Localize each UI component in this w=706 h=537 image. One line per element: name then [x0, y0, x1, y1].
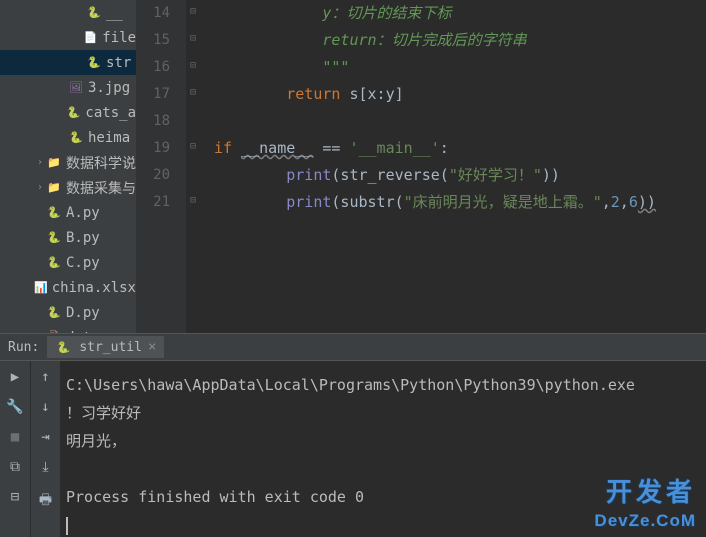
file-icon: 🐍: [86, 55, 102, 71]
line-number: 18: [136, 108, 170, 135]
line-number-gutter: 1415161718192021▶: [136, 0, 186, 333]
tree-label: C.py: [66, 255, 100, 271]
print-icon[interactable]: 🖶: [39, 489, 52, 513]
tree-item[interactable]: 🐍B.py: [0, 225, 136, 250]
tree-item[interactable]: 🗎data.csv: [0, 325, 136, 333]
wrench-icon[interactable]: 🔧: [6, 399, 23, 415]
down-arrow-icon[interactable]: ↓: [41, 399, 49, 415]
soft-wrap-icon[interactable]: ⇥: [41, 429, 49, 445]
tree-label: file: [102, 30, 136, 46]
project-tree[interactable]: 🐍__📄file🐍str🖼3.jpg🐍cats_a🐍heima›📁数据科学说›📁…: [0, 0, 136, 333]
run-tab-label: str_util: [79, 340, 142, 355]
fold-mark[interactable]: ⊟: [190, 195, 200, 205]
line-number: 20: [136, 162, 170, 189]
tree-item[interactable]: 🐍heima: [0, 125, 136, 150]
line-number: 19: [136, 135, 170, 162]
editor-split: 🐍__📄file🐍str🖼3.jpg🐍cats_a🐍heima›📁数据科学说›📁…: [0, 0, 706, 333]
run-tab[interactable]: 🐍 str_util ×: [47, 336, 164, 360]
line-number: 14: [136, 0, 170, 27]
tree-label: heima: [88, 130, 130, 146]
tree-item[interactable]: 📄file: [0, 25, 136, 50]
tree-label: 数据科学说: [66, 153, 136, 173]
tree-label: 数据采集与: [66, 178, 136, 198]
line-number: 21: [136, 189, 170, 216]
tree-item[interactable]: 🐍__: [0, 0, 136, 25]
console-line: ！习学好好: [66, 404, 141, 422]
line-number: 16: [136, 54, 170, 81]
tree-item[interactable]: ›📁数据科学说: [0, 150, 136, 175]
tree-item[interactable]: 🖼3.jpg: [0, 75, 136, 100]
file-icon: 📁: [46, 180, 62, 196]
line-number: 17: [136, 81, 170, 108]
run-panel-body: ▶ 🔧 ■ ⧉ ⊟ ↑ ↓ ⇥ ⤓ 🖶 C:\Users\hawa\AppDat…: [0, 361, 706, 537]
run-toolbar-nav: ↑ ↓ ⇥ ⤓ 🖶: [30, 361, 60, 537]
tree-item[interactable]: 🐍cats_a: [0, 100, 136, 125]
line-number: 15: [136, 27, 170, 54]
file-icon: 📄: [83, 30, 98, 46]
tree-item[interactable]: 📊china.xlsx: [0, 275, 136, 300]
tree-label: str: [106, 55, 131, 71]
file-icon: 🐍: [46, 305, 62, 321]
fold-mark[interactable]: ⊟: [190, 6, 200, 16]
up-arrow-icon[interactable]: ↑: [41, 369, 49, 385]
console-line: Process finished with exit code 0: [66, 488, 364, 506]
scroll-end-icon[interactable]: ⤓: [42, 459, 48, 475]
file-icon: 🐍: [86, 5, 102, 21]
stop-icon[interactable]: ■: [11, 429, 19, 445]
tree-item[interactable]: 🐍C.py: [0, 250, 136, 275]
tree-label: D.py: [66, 305, 100, 321]
python-icon: 🐍: [55, 339, 71, 355]
run-toolbar-left: ▶ 🔧 ■ ⧉ ⊟: [0, 361, 30, 537]
file-icon: 🐍: [46, 255, 62, 271]
code-line: y：切片的结束下标: [214, 4, 451, 22]
tree-label: A.py: [66, 205, 100, 221]
tree-item[interactable]: 🐍str: [0, 50, 136, 75]
tree-item[interactable]: ›📁数据采集与: [0, 175, 136, 200]
fold-mark[interactable]: ⊟: [190, 87, 200, 97]
fold-mark[interactable]: ⊟: [190, 141, 200, 151]
file-icon: 🐍: [66, 105, 81, 121]
chevron-right-icon[interactable]: ›: [34, 182, 46, 193]
console-output[interactable]: C:\Users\hawa\AppData\Local\Programs\Pyt…: [60, 361, 706, 537]
file-icon: 📁: [46, 155, 62, 171]
close-icon[interactable]: ×: [148, 339, 156, 355]
file-icon: 🖼: [68, 80, 84, 96]
run-title: Run:: [0, 340, 47, 355]
rerun-icon[interactable]: ▶: [11, 369, 19, 385]
tree-label: 3.jpg: [88, 80, 130, 96]
file-icon: 🐍: [68, 130, 84, 146]
code-content[interactable]: y：切片的结束下标 return：切片完成后的字符串 """ return s[…: [206, 0, 706, 333]
run-panel-header: Run: 🐍 str_util ×: [0, 333, 706, 361]
editor: 1415161718192021▶ ⊟ ⊟ ⊟ ⊟ ⊟ ⊟ y：切片的结束下标 …: [136, 0, 706, 333]
tree-label: china.xlsx: [52, 280, 136, 296]
tree-label: cats_a: [85, 105, 136, 121]
cursor: [66, 517, 68, 535]
file-icon: 🐍: [46, 205, 62, 221]
tree-label: __: [106, 5, 123, 21]
tree-label: B.py: [66, 230, 100, 246]
file-icon: 📊: [34, 280, 48, 296]
chevron-right-icon[interactable]: ›: [34, 157, 46, 168]
layout2-icon[interactable]: ⊟: [11, 489, 19, 505]
fold-mark[interactable]: ⊟: [190, 60, 200, 70]
fold-column: ⊟ ⊟ ⊟ ⊟ ⊟ ⊟: [186, 0, 206, 333]
layout-icon[interactable]: ⧉: [10, 459, 20, 475]
tree-item[interactable]: 🐍A.py: [0, 200, 136, 225]
file-icon: 🐍: [46, 230, 62, 246]
console-line: 明月光，: [66, 432, 126, 450]
console-line: C:\Users\hawa\AppData\Local\Programs\Pyt…: [66, 376, 635, 394]
fold-mark[interactable]: ⊟: [190, 33, 200, 43]
tree-item[interactable]: 🐍D.py: [0, 300, 136, 325]
